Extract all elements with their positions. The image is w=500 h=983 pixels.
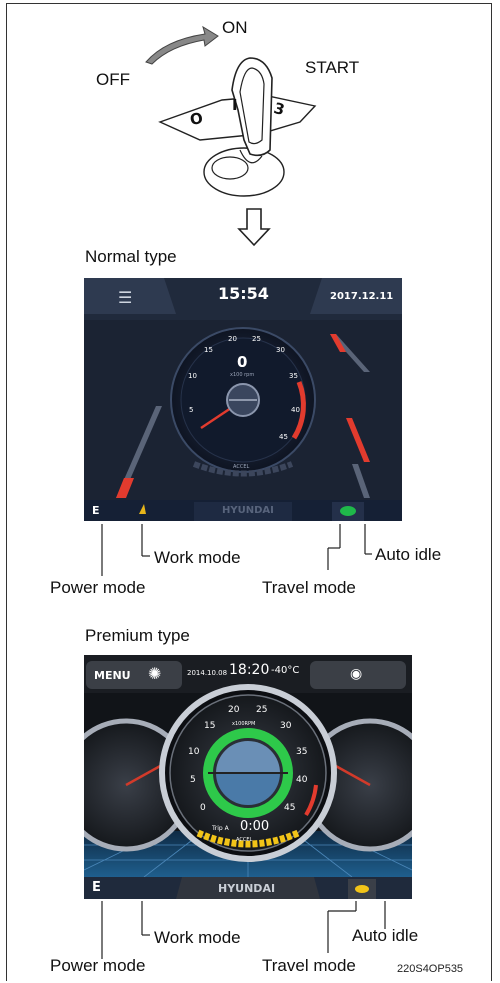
- premium-trip-label: Trip A: [212, 825, 229, 832]
- premium-brand: HYUNDAI: [218, 882, 276, 895]
- premium-cluster-display: MENU ✺ 2014.10.08 18:20 -40°C ◉ x100RPM …: [84, 655, 412, 899]
- normal-tick: 40: [291, 406, 300, 414]
- normal-date: 2017.12.11: [330, 291, 394, 302]
- normal-tick: 10: [188, 372, 197, 380]
- premium-auto-idle-callout: Auto idle: [352, 926, 419, 945]
- normal-type-title: Normal type: [85, 247, 177, 266]
- premium-tick: 25: [256, 705, 268, 715]
- premium-tick: 30: [280, 721, 292, 731]
- premium-tick: 45: [284, 803, 296, 813]
- normal-tick: 15: [204, 346, 213, 354]
- normal-brand: HYUNDAI: [222, 505, 274, 516]
- premium-tick: 35: [296, 747, 308, 757]
- key-switch-drawing: [145, 25, 317, 197]
- premium-tick: 15: [204, 721, 216, 731]
- premium-tick: 20: [228, 705, 240, 715]
- normal-travel-mode-callout: Travel mode: [262, 578, 356, 597]
- premium-tick: 10: [188, 747, 200, 757]
- normal-rpm-value: 0: [237, 353, 248, 371]
- normal-power-mode-value[interactable]: E: [92, 504, 100, 517]
- normal-tick: 25: [252, 335, 261, 343]
- premium-date: 2014.10.08: [187, 669, 228, 677]
- premium-tick: 0: [200, 803, 206, 813]
- normal-power-mode-callout: Power mode: [50, 578, 146, 597]
- normal-cluster-display: ☰ 15:54 2017.12.11 0 x100 rpm ACCEL HYUN…: [84, 278, 402, 521]
- premium-work-mode-callout: Work mode: [154, 928, 241, 947]
- normal-auto-idle-callout: Auto idle: [375, 545, 442, 564]
- position-on-mark: I: [232, 96, 238, 114]
- premium-temperature: -40°C: [271, 665, 300, 676]
- normal-tick: 35: [289, 372, 298, 380]
- premium-clock: 18:20: [229, 662, 270, 678]
- normal-menu-icon[interactable]: ☰: [118, 288, 132, 307]
- down-arrow-icon: [237, 208, 271, 247]
- figure-id: 220S4OP535: [397, 963, 464, 975]
- normal-work-mode-callout: Work mode: [154, 548, 241, 567]
- normal-tick: 5: [189, 406, 194, 414]
- premium-menu-button[interactable]: MENU: [94, 669, 131, 682]
- premium-tick: 40: [296, 775, 308, 785]
- premium-travel-mode-callout: Travel mode: [262, 956, 356, 975]
- key-switch-illustration: ON OFF START O I 3: [0, 0, 500, 230]
- premium-cluster-graphics: [84, 655, 412, 899]
- normal-clock: 15:54: [218, 284, 269, 303]
- premium-type-title: Premium type: [85, 626, 190, 645]
- normal-cluster-graphics: [84, 278, 402, 521]
- normal-rpm-unit: x100 rpm: [230, 372, 255, 378]
- premium-accel-label: ACCEL: [236, 837, 253, 843]
- normal-tick: 45: [279, 433, 288, 441]
- premium-tick: 5: [190, 775, 196, 785]
- normal-tick: 20: [228, 335, 237, 343]
- premium-power-mode-callout: Power mode: [50, 956, 146, 975]
- premium-power-mode-value[interactable]: E: [92, 880, 101, 895]
- premium-trip-value: 0:00: [240, 819, 270, 834]
- premium-fan-icon[interactable]: ✺: [148, 664, 161, 683]
- normal-accel-label: ACCEL: [233, 464, 250, 470]
- normal-tick: 30: [276, 346, 285, 354]
- premium-camera-icon[interactable]: ◉: [350, 666, 362, 682]
- premium-rpm-unit: x100RPM: [232, 721, 256, 727]
